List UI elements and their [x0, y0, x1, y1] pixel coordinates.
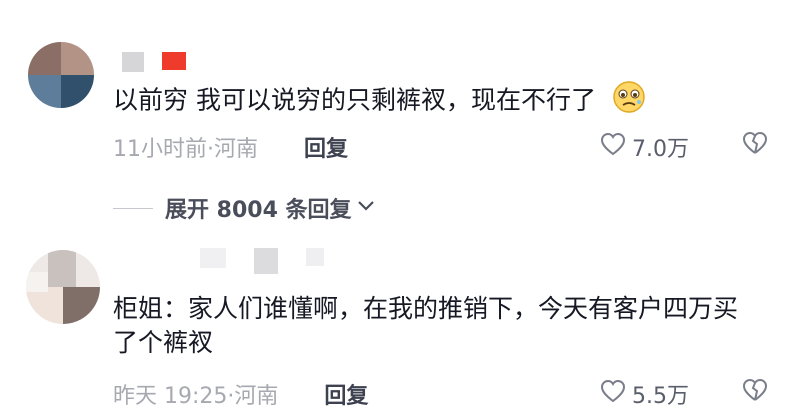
comment-meta: 11小时前·河南 回复 — [113, 131, 348, 163]
like-count: 7.0万 — [632, 137, 689, 162]
like-count: 5.5万 — [632, 384, 689, 409]
comment-item: 以前穷 我可以说穷的只剩裤衩，现在不行了 11小时前·河南 回复 7.0万 — [0, 0, 800, 190]
heart-icon — [600, 379, 626, 409]
like-button[interactable]: 7.0万 — [600, 131, 689, 163]
broken-heart-icon[interactable] — [742, 131, 768, 159]
username[interactable] — [122, 52, 186, 72]
comment-meta: 昨天 19:25·河南 回复 — [113, 378, 368, 410]
divider-line — [113, 207, 153, 209]
like-button[interactable]: 5.5万 — [600, 378, 689, 410]
heart-icon — [600, 132, 626, 162]
comment-text: 柜姐：家人们谁懂啊，在我的推销下，今天有客户四万买了个裤衩 — [113, 292, 760, 360]
avatar[interactable] — [26, 250, 100, 324]
broken-heart-icon[interactable] — [742, 378, 768, 406]
time-location: 昨天 19:25·河南 — [113, 384, 279, 409]
avatar[interactable] — [28, 42, 94, 108]
reply-button[interactable]: 回复 — [304, 131, 348, 163]
comment-item: 柜姐：家人们谁懂啊，在我的推销下，今天有客户四万买了个裤衩 昨天 19:25·河… — [0, 240, 800, 420]
comment-text-content: 以前穷 我可以说穷的只剩裤衩，现在不行了 — [113, 85, 596, 115]
reply-button[interactable]: 回复 — [324, 378, 368, 410]
expand-replies-label: 展开 8004 条回复 — [165, 198, 352, 223]
comment-text: 以前穷 我可以说穷的只剩裤衩，现在不行了 — [113, 80, 760, 123]
username[interactable] — [200, 248, 324, 274]
comment-text-content: 柜姐：家人们谁懂啊，在我的推销下，今天有客户四万买了个裤衩 — [113, 294, 739, 357]
time-location: 11小时前·河南 — [113, 137, 258, 162]
worried-face-emoji-icon — [612, 80, 646, 123]
expand-replies[interactable]: 展开 8004 条回复 — [113, 192, 376, 224]
chevron-down-icon — [356, 198, 376, 218]
